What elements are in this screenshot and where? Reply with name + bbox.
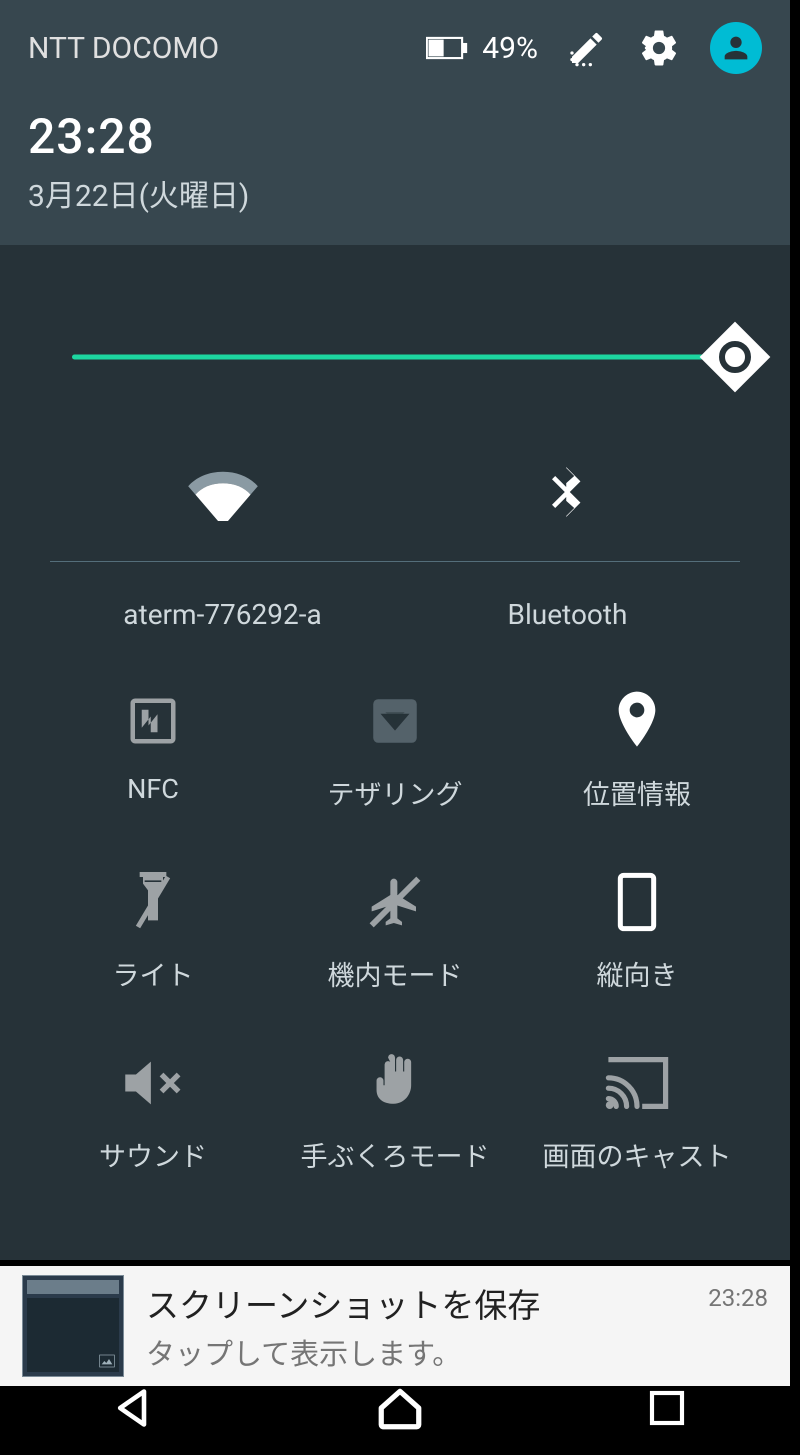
- battery-indicator[interactable]: 49%: [426, 27, 538, 69]
- tethering-icon: [366, 691, 424, 751]
- brightness-track: [72, 355, 730, 360]
- wifi-icon: [187, 459, 259, 525]
- qs-header: NTT DOCOMO 49% 23:28 3月22日(火曜日): [0, 0, 790, 245]
- tile-glove-label: 手ぶくろモード: [301, 1135, 490, 1174]
- tile-tethering[interactable]: テザリング: [274, 691, 516, 812]
- edit-icon[interactable]: [566, 27, 608, 69]
- cast-icon: [605, 1053, 669, 1113]
- qs-grid: NFC テザリング 位置情報 ライト 機内モード: [32, 691, 758, 1174]
- brightness-slider[interactable]: [72, 327, 730, 387]
- tile-flashlight-label: ライト: [113, 954, 194, 993]
- nav-home-icon[interactable]: [372, 1380, 428, 1436]
- nfc-icon: [126, 691, 180, 751]
- battery-icon: [426, 27, 468, 69]
- tile-cast[interactable]: 画面のキャスト: [516, 1053, 758, 1174]
- tile-location[interactable]: 位置情報: [516, 691, 758, 812]
- tile-nfc[interactable]: NFC: [32, 691, 274, 812]
- tile-location-label: 位置情報: [583, 773, 691, 812]
- tile-bluetooth[interactable]: Bluetooth: [395, 459, 740, 631]
- nav-back-icon[interactable]: [105, 1380, 161, 1436]
- tile-tethering-label: テザリング: [328, 773, 463, 812]
- settings-gear-icon[interactable]: [638, 27, 680, 69]
- qs-header-icons: [566, 22, 762, 74]
- tile-portrait-label: 縦向き: [597, 954, 678, 993]
- tile-cast-label: 画面のキャスト: [543, 1135, 732, 1174]
- tile-wifi-label: aterm-776292-a: [123, 598, 321, 631]
- portrait-icon: [617, 872, 657, 932]
- clock-time[interactable]: 23:28: [28, 108, 762, 165]
- carrier-label: NTT DOCOMO: [28, 31, 398, 66]
- tile-glove[interactable]: 手ぶくろモード: [274, 1053, 516, 1174]
- system-nav-bar: [0, 1360, 800, 1455]
- tile-airplane[interactable]: 機内モード: [274, 872, 516, 993]
- tile-flashlight[interactable]: ライト: [32, 872, 274, 993]
- tile-nfc-label: NFC: [127, 773, 179, 805]
- airplane-icon: [367, 872, 423, 932]
- quick-settings-panel: NTT DOCOMO 49% 23:28 3月22日(火曜日): [0, 0, 790, 1260]
- sound-mute-icon: [121, 1053, 185, 1113]
- tile-portrait[interactable]: 縦向き: [516, 872, 758, 993]
- glove-icon: [367, 1053, 423, 1113]
- battery-percent: 49%: [482, 31, 538, 66]
- notification-time: 23:28: [708, 1284, 768, 1312]
- qs-header-top: NTT DOCOMO 49%: [28, 22, 762, 74]
- flashlight-icon: [133, 872, 173, 932]
- notification-text: スクリーンショットを保存 タップして表示します。: [146, 1279, 686, 1373]
- tile-sound-label: サウンド: [99, 1135, 207, 1174]
- bluetooth-icon: [546, 459, 590, 525]
- brightness-thumb-icon[interactable]: [700, 322, 771, 393]
- tile-bluetooth-label: Bluetooth: [508, 598, 628, 631]
- location-icon: [615, 691, 659, 751]
- tile-sound[interactable]: サウンド: [32, 1053, 274, 1174]
- qs-wide-row: aterm-776292-a Bluetooth: [50, 459, 740, 631]
- user-avatar[interactable]: [710, 22, 762, 74]
- tile-wifi[interactable]: aterm-776292-a: [50, 459, 395, 631]
- notification-title: スクリーンショットを保存: [146, 1279, 686, 1327]
- nav-recents-icon[interactable]: [639, 1380, 695, 1436]
- clock-date[interactable]: 3月22日(火曜日): [28, 171, 762, 215]
- tile-airplane-label: 機内モード: [328, 954, 463, 993]
